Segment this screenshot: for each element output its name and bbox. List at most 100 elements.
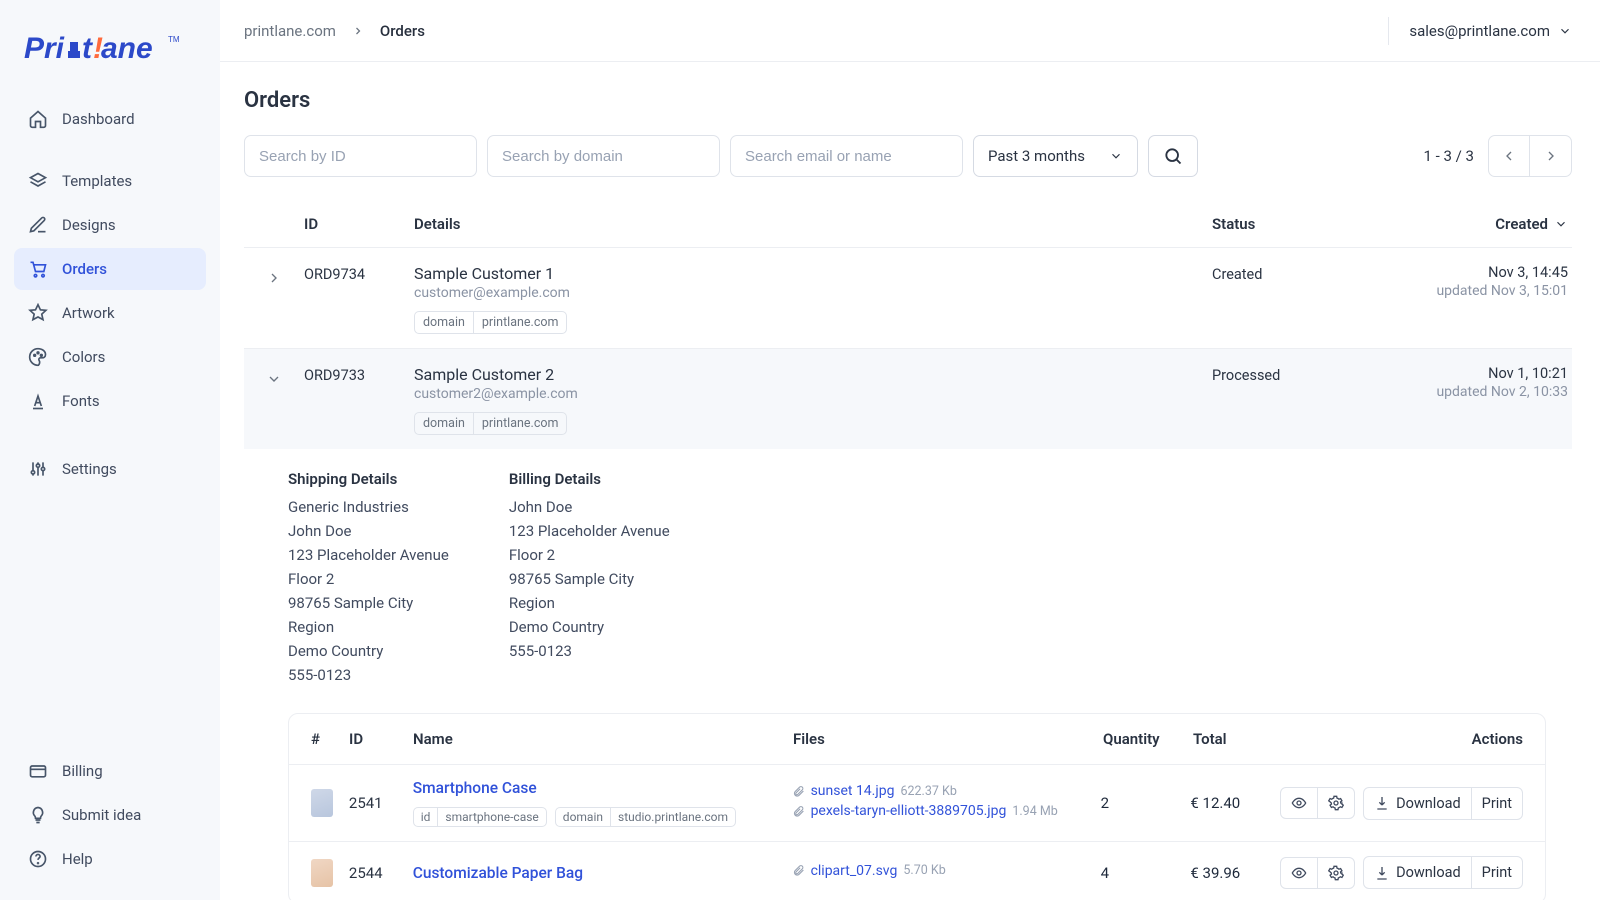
item-id: 2541: [349, 794, 413, 812]
preview-button[interactable]: [1281, 788, 1318, 818]
pagination: 1 - 3 / 3: [1423, 135, 1572, 177]
eye-icon: [1291, 795, 1307, 811]
date-range-label: Past 3 months: [988, 147, 1085, 165]
item-name-link[interactable]: Customizable Paper Bag: [413, 864, 792, 882]
file-line: pexels-taryn-elliott-3889705.jpg 1.94 Mb: [792, 803, 1101, 819]
file-line: clipart_07.svg 5.70 Kb: [792, 863, 1101, 879]
chevron-down-icon: [266, 371, 282, 387]
col-created[interactable]: Created: [1392, 215, 1572, 233]
col-item-name: Name: [413, 730, 793, 748]
customer-email: customer@example.com: [414, 285, 1212, 301]
expand-toggle[interactable]: [244, 365, 304, 435]
id-chip: idsmartphone-case: [413, 807, 547, 827]
page-next-button[interactable]: [1530, 135, 1572, 177]
font-icon: [28, 391, 48, 411]
print-button[interactable]: Print: [1472, 857, 1522, 888]
svg-text:TM: TM: [168, 35, 180, 44]
sliders-icon: [28, 459, 48, 479]
star-icon: [28, 303, 48, 323]
expand-toggle[interactable]: [244, 264, 304, 334]
file-link[interactable]: pexels-taryn-elliott-3889705.jpg: [811, 803, 1007, 819]
updated-date: updated Nov 2, 10:33: [1392, 384, 1568, 400]
chevron-right-icon: [266, 270, 282, 286]
breadcrumb-root[interactable]: printlane.com: [244, 22, 336, 40]
nav-designs[interactable]: Designs: [14, 204, 206, 246]
item-name-link[interactable]: Smartphone Case: [413, 779, 792, 797]
customer-name: Sample Customer 2: [414, 365, 1212, 384]
brand-logo: Pri t ! ane TM: [0, 16, 220, 98]
gear-icon: [1328, 865, 1344, 881]
nav-settings[interactable]: Settings: [14, 448, 206, 490]
paperclip-icon: [792, 864, 805, 877]
col-id: ID: [304, 215, 414, 233]
nav-dashboard[interactable]: Dashboard: [14, 98, 206, 140]
bulb-icon: [28, 805, 48, 825]
line-item-row: 2544 Customizable Paper Bag clipart_07.s…: [289, 842, 1545, 900]
download-button[interactable]: Download: [1364, 857, 1472, 888]
download-button[interactable]: Download: [1364, 788, 1472, 819]
order-status: Processed: [1212, 365, 1392, 435]
paperclip-icon: [792, 785, 805, 798]
item-thumbnail: [311, 859, 333, 887]
eye-icon: [1291, 865, 1307, 881]
chevron-down-icon: [1109, 149, 1123, 163]
nav-label: Help: [62, 850, 93, 868]
search-domain-input[interactable]: [487, 135, 720, 177]
preview-button[interactable]: [1281, 858, 1318, 888]
updated-date: updated Nov 3, 15:01: [1392, 283, 1568, 299]
nav-label: Artwork: [62, 304, 115, 322]
settings-button[interactable]: [1318, 858, 1354, 888]
palette-icon: [28, 347, 48, 367]
item-total: € 39.96: [1190, 864, 1280, 882]
settings-button[interactable]: [1318, 788, 1354, 818]
help-icon: [28, 849, 48, 869]
line-item-row: 2541 Smartphone Case idsmartphone-case d…: [289, 765, 1545, 842]
nav-billing[interactable]: Billing: [14, 750, 206, 792]
download-icon: [1374, 795, 1390, 811]
col-item-total: Total: [1193, 730, 1283, 748]
file-link[interactable]: clipart_07.svg: [811, 863, 898, 879]
account-email: sales@printlane.com: [1409, 22, 1550, 40]
domain-chip: domain printlane.com: [414, 311, 567, 334]
nav-submit-idea[interactable]: Submit idea: [14, 794, 206, 836]
order-row: ORD9733 Sample Customer 2 customer2@exam…: [244, 349, 1572, 449]
page-prev-button[interactable]: [1488, 135, 1530, 177]
nav-label: Templates: [62, 172, 132, 190]
chevron-down-icon: [1558, 24, 1572, 38]
order-row: ORD9734 Sample Customer 1 customer@examp…: [244, 248, 1572, 349]
nav-templates[interactable]: Templates: [14, 160, 206, 202]
topbar: printlane.com Orders sales@printlane.com: [220, 0, 1600, 62]
search-contact-input[interactable]: [730, 135, 963, 177]
search-button[interactable]: [1148, 135, 1198, 177]
download-icon: [1374, 865, 1390, 881]
cart-icon: [28, 259, 48, 279]
customer-email: customer2@example.com: [414, 386, 1212, 402]
print-button[interactable]: Print: [1472, 788, 1522, 819]
domain-chip: domain printlane.com: [414, 412, 567, 435]
file-size: 622.37 Kb: [900, 784, 956, 799]
search-id-input[interactable]: [244, 135, 477, 177]
nav-artwork[interactable]: Artwork: [14, 292, 206, 334]
file-size: 5.70 Kb: [903, 863, 945, 878]
chevron-right-icon: [352, 25, 364, 37]
file-link[interactable]: sunset 14.jpg: [811, 783, 895, 799]
nav-orders[interactable]: Orders: [14, 248, 206, 290]
nav-colors[interactable]: Colors: [14, 336, 206, 378]
filter-bar: Past 3 months 1 - 3 / 3: [244, 135, 1572, 177]
item-id: 2544: [349, 864, 413, 882]
paperclip-icon: [792, 805, 805, 818]
item-qty: 4: [1101, 864, 1191, 882]
nav-help[interactable]: Help: [14, 838, 206, 880]
date-range-dropdown[interactable]: Past 3 months: [973, 135, 1138, 177]
nav-label: Fonts: [62, 392, 100, 410]
customer-name: Sample Customer 1: [414, 264, 1212, 283]
orders-table-header: ID Details Status Created: [244, 203, 1572, 248]
divider: [1388, 17, 1389, 45]
nav-fonts[interactable]: Fonts: [14, 380, 206, 422]
main-content: printlane.com Orders sales@printlane.com…: [220, 0, 1600, 900]
nav-label: Submit idea: [62, 806, 141, 824]
search-icon: [1163, 146, 1183, 166]
account-menu[interactable]: sales@printlane.com: [1409, 22, 1572, 40]
layers-icon: [28, 171, 48, 191]
order-id: ORD9734: [304, 264, 414, 334]
